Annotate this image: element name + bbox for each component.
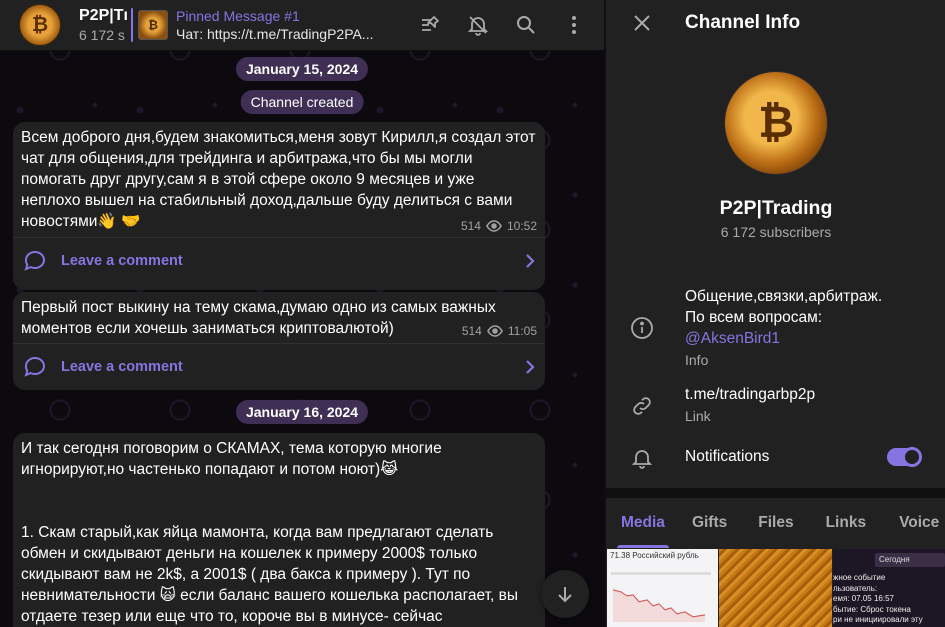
comment-label: Leave a comment xyxy=(61,253,183,269)
subscriber-count: 6 172 s xyxy=(79,27,125,43)
arrow-down-icon xyxy=(558,587,572,603)
channel-info-panel: Channel Info ₿ P2P|Trading 6 172 subscri… xyxy=(605,0,945,627)
more-menu-icon[interactable] xyxy=(560,11,588,39)
message-bubble[interactable]: Первый пост выкину на тему скама,думаю о… xyxy=(13,292,545,390)
media-caption: емя: 07.05 16:57 xyxy=(833,594,894,603)
message-meta: 514 10:52 xyxy=(461,219,537,233)
chat-area: ₿ P2P|Tı 6 172 s ₿ Pinned Message #1 Чат… xyxy=(0,0,604,627)
tab-gifts[interactable]: Gifts xyxy=(692,498,727,548)
tab-files[interactable]: Files xyxy=(758,498,793,548)
message-bubble[interactable]: Всем доброго дня,будем знакомиться,меня … xyxy=(13,122,545,290)
service-message: Channel created xyxy=(240,90,364,114)
media-caption: ри не инициировали эту xyxy=(833,615,923,624)
tab-links[interactable]: Links xyxy=(826,498,866,548)
link-caption: Link xyxy=(685,408,711,424)
chevron-right-icon xyxy=(524,358,536,381)
message-meta: 514 11:05 xyxy=(462,324,537,338)
username-mention[interactable]: @AksenBird1 xyxy=(685,328,882,349)
pinned-thumbnail[interactable]: ₿ xyxy=(138,10,168,40)
eye-icon xyxy=(486,220,502,232)
comment-icon xyxy=(23,355,47,379)
media-caption: льзователь: xyxy=(833,583,878,593)
pinned-list-icon[interactable] xyxy=(416,11,444,39)
media-tabs: Media Gifts Files Links Voice xyxy=(606,498,945,548)
search-icon[interactable] xyxy=(512,11,540,39)
close-icon[interactable] xyxy=(630,11,654,35)
media-caption: бытие: Сброс токена xyxy=(833,604,911,614)
leave-comment-button[interactable]: Leave a comment xyxy=(13,237,545,284)
message-text: Всем доброго дня,будем знакомиться,меня … xyxy=(21,129,536,230)
media-thumbnail[interactable] xyxy=(719,549,832,627)
pinned-message[interactable]: Pinned Message #1 Чат: https://t.me/Trad… xyxy=(176,7,386,43)
mute-icon[interactable] xyxy=(464,11,492,39)
pinned-title: Pinned Message #1 xyxy=(176,8,300,24)
bell-icon xyxy=(629,445,655,471)
link-icon xyxy=(629,393,655,419)
leave-comment-button[interactable]: Leave a comment xyxy=(13,343,545,390)
message-time: 11:05 xyxy=(507,324,537,338)
media-caption: 71.38 Российский рубль xyxy=(610,551,699,560)
eye-icon xyxy=(486,325,503,337)
view-count: 514 xyxy=(461,324,482,338)
comment-icon xyxy=(23,249,47,273)
pinned-text: Чат: https://t.me/TradingP2PA... xyxy=(176,26,374,42)
view-count: 514 xyxy=(460,219,481,233)
media-thumbnail[interactable]: Сегодня жное событие льзователь: емя: 07… xyxy=(833,549,945,627)
description-line: Общение,связки,арбитраж. xyxy=(685,288,883,305)
description-line: По всем вопросам: xyxy=(685,309,823,326)
message-time: 10:52 xyxy=(506,219,537,233)
chat-header: ₿ P2P|Tı 6 172 s ₿ Pinned Message #1 Чат… xyxy=(0,0,604,51)
date-chip: January 15, 2024 xyxy=(235,57,369,81)
channel-link: t.me/tradingarbp2p xyxy=(685,386,816,403)
channel-name: P2P|Trading xyxy=(719,197,833,219)
pinned-indicator xyxy=(131,8,133,42)
info-caption: Info xyxy=(685,352,709,368)
channel-avatar[interactable]: ₿ xyxy=(19,4,61,46)
media-caption: жное событие xyxy=(833,573,886,582)
comment-label: Leave a comment xyxy=(61,359,183,375)
notifications-toggle[interactable] xyxy=(887,447,922,467)
media-caption: Сегодня xyxy=(875,553,945,567)
message-bubble[interactable]: И так сегодня поговорим о СКАМАХ, тема к… xyxy=(13,433,545,627)
info-icon xyxy=(629,315,655,341)
subscriber-count: 6 172 subscribers xyxy=(720,224,832,240)
media-thumbnail[interactable]: 71.38 Российский рубль xyxy=(607,549,718,627)
channel-name: P2P|Tı xyxy=(79,7,127,24)
info-header: Channel Info xyxy=(606,0,945,46)
channel-avatar-large[interactable]: ₿ xyxy=(724,71,828,175)
date-chip: January 16, 2024 xyxy=(235,400,369,424)
message-text: 1. Скам старый,как яйца мамонта, когда в… xyxy=(21,524,518,625)
tab-media[interactable]: Media xyxy=(617,498,669,548)
message-text: И так сегодня поговорим о СКАМАХ, тема к… xyxy=(21,440,442,478)
panel-title: Channel Info xyxy=(685,12,801,33)
scroll-to-bottom-button[interactable] xyxy=(541,570,589,618)
chevron-right-icon xyxy=(524,252,536,275)
chart-thumbnail-icon xyxy=(611,572,711,622)
section-divider xyxy=(606,488,945,498)
chat-title-block[interactable]: P2P|Tı 6 172 s xyxy=(79,6,127,44)
notifications-label: Notifications xyxy=(685,448,770,465)
tab-voice[interactable]: Voice xyxy=(899,498,939,548)
